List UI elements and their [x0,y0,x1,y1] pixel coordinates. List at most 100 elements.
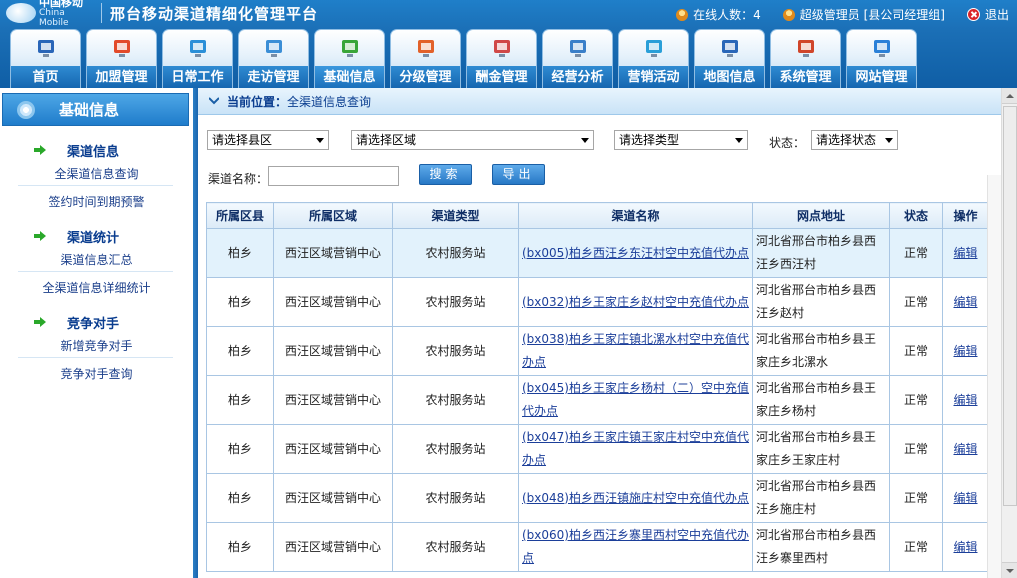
column-header[interactable]: 网点地址 [752,202,890,229]
table-row[interactable]: 柏乡 西汪区域营销中心 农村服务站 (bx047)柏乡王家庄镇王家庄村空中充值代办点河… [206,424,989,474]
table-row[interactable]: 柏乡 西汪区域营销中心 农村服务站 (bx038)柏乡王家庄镇北漯水村空中充值代办点河… [206,326,989,376]
cell-name[interactable]: (bx060)柏乡西汪乡寨里西村空中充值代办点 [518,522,753,572]
nav-tab-5[interactable]: 分级管理 [390,29,461,88]
visit-icon [262,37,288,61]
sidebar-item-add-competitor[interactable]: 新增竞争对手 [0,337,193,354]
column-header[interactable]: 所属区域 [273,202,393,229]
cell-name[interactable]: (bx047)柏乡王家庄镇王家庄村空中充值代办点 [518,424,753,474]
column-header[interactable]: 状态 [889,202,943,229]
scroll-up-icon[interactable] [1002,88,1017,104]
cell-name[interactable]: (bx038)柏乡王家庄镇北漯水村空中充值代办点 [518,326,753,376]
cell-op[interactable]: 编辑 [942,522,989,572]
area-select[interactable]: 请选择区域 [351,130,594,150]
online-user-icon [676,8,689,21]
map-icon [718,37,744,61]
sidebar-item-competitor-query[interactable]: 竞争对手查询 [0,365,193,382]
nav-tab-1[interactable]: 加盟管理 [86,29,157,88]
logout-button[interactable]: 退出 [966,6,1009,23]
channel-name-link[interactable]: (bx032)柏乡王家庄乡赵村空中充值代办点 [522,295,749,309]
edit-link[interactable]: 编辑 [953,491,977,505]
scroll-thumb[interactable] [1003,106,1017,506]
table-row[interactable]: 柏乡 西汪区域营销中心 农村服务站 (bx005)柏乡西汪乡东汪村空中充值代办点 河北省… [206,228,989,278]
nav-tab-8[interactable]: 营销活动 [618,29,689,88]
sidebar-group-channel-stats[interactable]: 渠道统计 [0,226,193,246]
edit-link[interactable]: 编辑 [953,295,977,309]
sidebar-group-competitors[interactable]: 竞争对手 [0,312,193,332]
cell-county: 柏乡 [206,522,274,572]
channel-name-link[interactable]: (bx060)柏乡西汪乡寨里西村空中充值代办点 [522,528,749,565]
cell-op[interactable]: 编辑 [942,326,989,376]
cell-op[interactable]: 编辑 [942,277,989,327]
table-scrollbar[interactable] [987,175,1001,578]
edit-link[interactable]: 编辑 [953,442,977,456]
dropdown-caret-icon [581,138,589,143]
nav-tab-11[interactable]: 网站管理 [846,29,917,88]
sidebar-group-title: 渠道信息 [67,144,120,160]
search-button[interactable]: 搜索 [419,164,472,185]
channel-name-link[interactable]: (bx005)柏乡西汪乡东汪村空中充值代办点 [522,246,749,260]
logo-text: 中国移动 China Mobile [39,0,95,28]
column-header[interactable]: 渠道名称 [518,202,753,229]
dropdown-caret-icon [735,138,743,143]
nav-tab-7[interactable]: 经营分析 [542,29,613,88]
nav-tab-10[interactable]: 系统管理 [770,29,841,88]
channel-name-link[interactable]: (bx047)柏乡王家庄镇王家庄村空中充值代办点 [522,430,749,467]
page-scrollbar[interactable] [1001,88,1017,578]
table-row[interactable]: 柏乡 西汪区域营销中心 农村服务站 (bx048)柏乡西汪镇施庄村空中充值代办点 河北省… [206,473,989,523]
cell-addr: 河北省邢台市柏乡县王家庄乡北漯水 [752,326,890,376]
column-header[interactable]: 渠道类型 [392,202,519,229]
cell-name[interactable]: (bx045)柏乡王家庄乡杨村（二）空中充值代办点 [518,375,753,425]
status-select[interactable]: 请选择状态 [811,130,898,150]
cell-op[interactable]: 编辑 [942,473,989,523]
cell-county: 柏乡 [206,326,274,376]
edit-link[interactable]: 编辑 [953,246,977,260]
scroll-down-icon[interactable] [1002,562,1017,578]
sidebar-group-channel-info[interactable]: 渠道信息 [0,140,193,160]
status-select-value: 请选择状态 [816,133,877,147]
breadcrumb-label: 当前位置： [227,94,288,109]
county-select[interactable]: 请选择县区 [207,130,329,150]
nav-tab-0[interactable]: 首页 [10,29,81,88]
nav-tab-label: 首页 [32,70,59,85]
table-row[interactable]: 柏乡 西汪区域营销中心 农村服务站 (bx045)柏乡王家庄乡杨村（二）空中充值代办点… [206,375,989,425]
export-button[interactable]: 导出 [492,164,545,185]
nav-tab-9[interactable]: 地图信息 [694,29,765,88]
type-select[interactable]: 请选择类型 [614,130,748,150]
green-arrow-icon [34,231,46,241]
edit-link[interactable]: 编辑 [953,344,977,358]
cell-name[interactable]: (bx032)柏乡王家庄乡赵村空中充值代办点 [518,277,753,327]
nav-tab-6[interactable]: 酬金管理 [466,29,537,88]
nav-tab-3[interactable]: 走访管理 [238,29,309,88]
column-header[interactable]: 操作 [942,202,989,229]
cell-name[interactable]: (bx048)柏乡西汪镇施庄村空中充值代办点 [518,473,753,523]
nav-tab-4[interactable]: 基础信息 [314,29,385,88]
channel-name-label: 渠道名称： [208,172,269,186]
cell-op[interactable]: 编辑 [942,228,989,278]
cell-addr: 河北省邢台市柏乡县西汪乡施庄村 [752,473,890,523]
cell-name[interactable]: (bx005)柏乡西汪乡东汪村空中充值代办点 [518,228,753,278]
table-row[interactable]: 柏乡 西汪区域营销中心 农村服务站 (bx032)柏乡王家庄乡赵村空中充值代办点 河北省… [206,277,989,327]
sidebar-item-all-channel-query[interactable]: 全渠道信息查询 [0,165,193,182]
cell-op[interactable]: 编辑 [942,424,989,474]
brand-divider [101,3,102,23]
sidebar: 基础信息 渠道信息 全渠道信息查询 签约时间到期预警 渠道统计 渠道信息汇总 全… [0,88,193,578]
channel-name-link[interactable]: (bx045)柏乡王家庄乡杨村（二）空中充值代办点 [522,381,749,418]
table-row[interactable]: 柏乡 西汪区域营销中心 农村服务站 (bx060)柏乡西汪乡寨里西村空中充值代办点 河北… [206,522,989,572]
column-header[interactable]: 所属区县 [206,202,274,229]
cell-area: 西汪区域营销中心 [273,522,393,572]
edit-link[interactable]: 编辑 [953,540,977,554]
channel-name-input[interactable] [268,166,399,186]
online-count: 在线人数：4 [676,6,761,23]
edit-link[interactable]: 编辑 [953,393,977,407]
cell-area: 西汪区域营销中心 [273,326,393,376]
header-info: 在线人数：4 超级管理员 [县公司经理组] 退出 [654,6,1009,23]
sidebar-item-contract-expiry-warning[interactable]: 签约时间到期预警 [0,193,193,210]
cell-op[interactable]: 编辑 [942,375,989,425]
nav-tab-label: 营销活动 [627,70,680,85]
channel-name-link[interactable]: (bx048)柏乡西汪镇施庄村空中充值代办点 [522,491,749,505]
nav-tab-2[interactable]: 日常工作 [162,29,233,88]
channel-name-link[interactable]: (bx038)柏乡王家庄镇北漯水村空中充值代办点 [522,332,749,369]
sidebar-item-detailed-stats[interactable]: 全渠道信息详细统计 [0,279,193,296]
sidebar-item-channel-summary[interactable]: 渠道信息汇总 [0,251,193,268]
cell-status: 正常 [889,522,943,572]
